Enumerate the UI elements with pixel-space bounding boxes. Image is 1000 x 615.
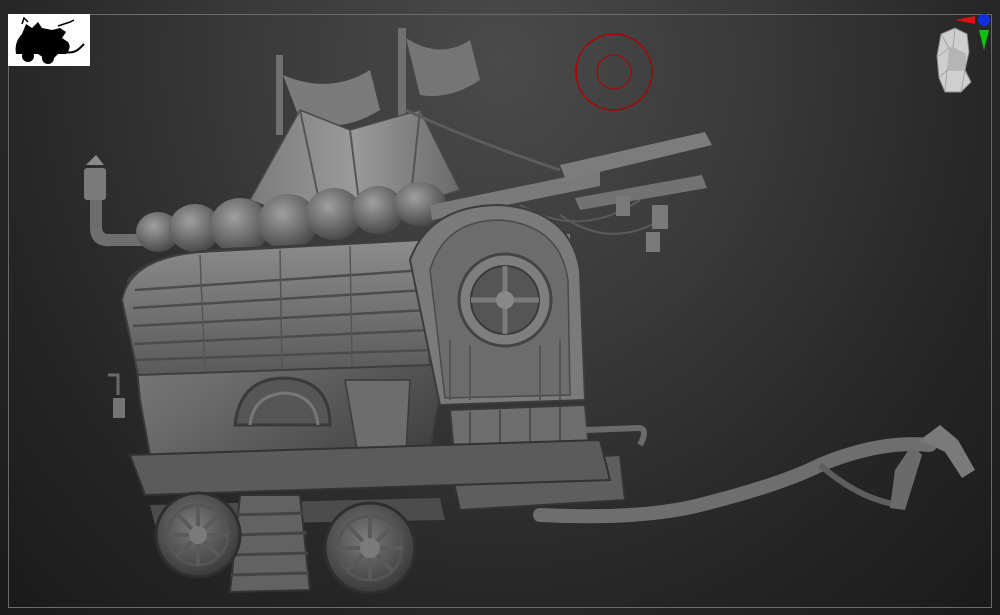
viewport-canvas[interactable] [0, 0, 1000, 615]
front-facade [408, 203, 587, 407]
flag-right [398, 28, 480, 123]
brush-cursor-icon [575, 33, 653, 111]
wagon-stairs [228, 494, 312, 594]
plank-roof [120, 238, 432, 377]
head-orientation-icon[interactable] [925, 12, 995, 98]
thumbnail-view[interactable] [8, 14, 90, 66]
front-wheel [323, 501, 417, 595]
wagon-model [84, 28, 975, 595]
rear-wheel [154, 491, 242, 579]
side-lantern [108, 373, 125, 418]
wagon-silhouette-icon [15, 16, 85, 64]
